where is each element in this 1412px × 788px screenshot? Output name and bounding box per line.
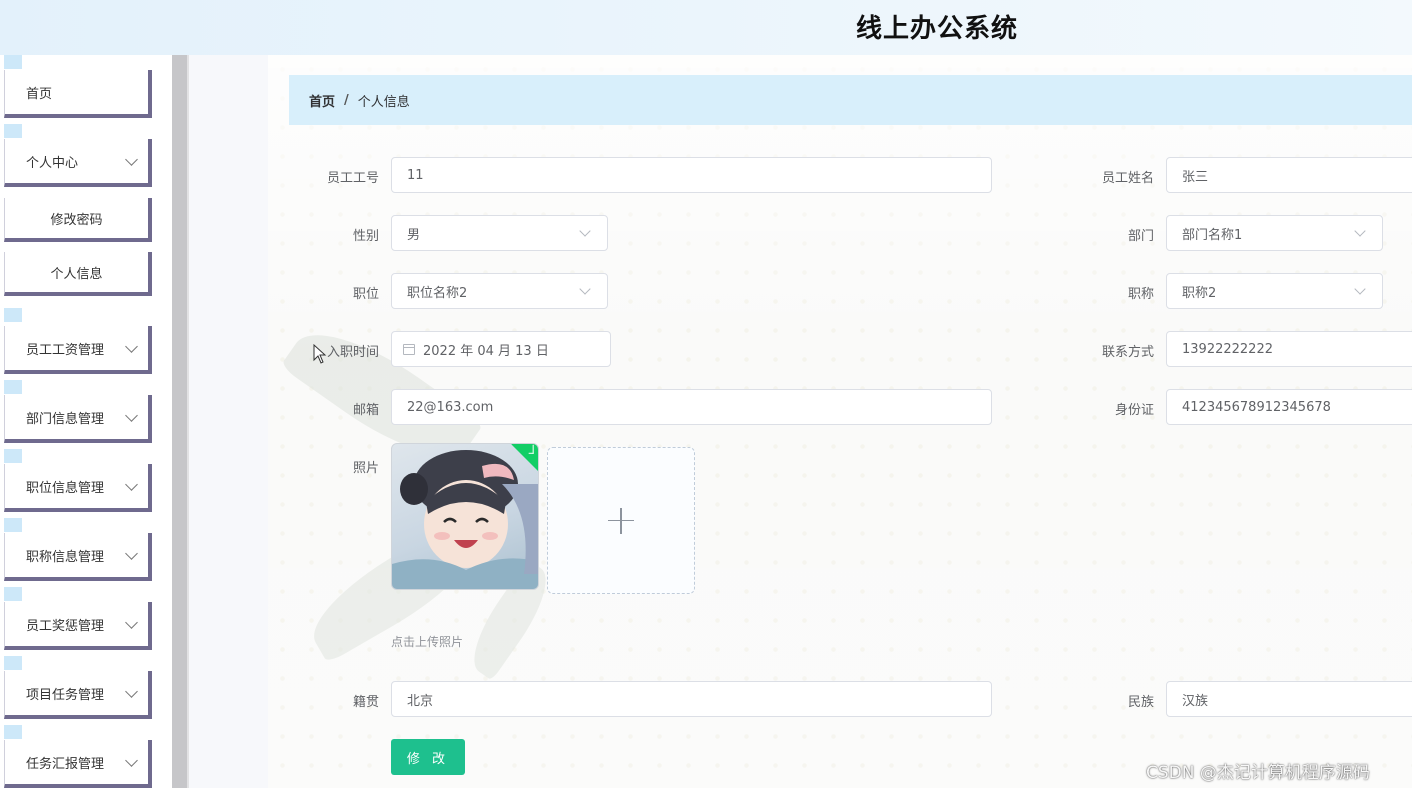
department-value: 部门名称1 (1182, 227, 1243, 243)
employee-name-input[interactable]: 张三 (1166, 157, 1412, 193)
chevron-down-icon (125, 753, 138, 767)
title-value: 职称2 (1182, 285, 1217, 301)
sidebar-item-change-password[interactable]: 修改密码 (4, 198, 152, 242)
position-value: 职位名称2 (407, 285, 468, 301)
chevron-down-icon (579, 283, 591, 295)
sidebar-scrollbar[interactable] (172, 55, 187, 788)
sidebar-item-project-task-management[interactable]: 项目任务管理 (4, 671, 152, 719)
sidebar-item-reward-management[interactable]: 员工奖惩管理 (4, 602, 152, 650)
employee-name-value: 张三 (1182, 169, 1209, 185)
hire-date-value: 2022 年 04 月 13 日 (423, 343, 549, 359)
check-icon (528, 444, 534, 454)
sidebar-item-label: 任务汇报管理 (26, 756, 105, 772)
sidebar-item-salary-management[interactable]: 员工工资管理 (4, 326, 152, 374)
department-label: 部门 (1127, 229, 1154, 244)
sidebar-item-task-report-management[interactable]: 任务汇报管理 (4, 740, 152, 788)
position-label: 职位 (352, 287, 379, 302)
sidebar-item-label: 项目任务管理 (26, 687, 105, 703)
nav-notch (4, 587, 22, 601)
sidebar-item-label: 员工奖惩管理 (26, 618, 105, 634)
app-title: 线上办公系统 (856, 14, 1019, 44)
chevron-down-icon (1354, 225, 1366, 237)
ethnicity-input[interactable]: 汉族 (1166, 681, 1412, 717)
breadcrumb-home-link[interactable]: 首页 (309, 91, 335, 110)
id-card-input[interactable]: 412345678912345678 (1166, 389, 1412, 425)
chevron-down-icon (125, 546, 138, 560)
nav-notch (4, 380, 22, 394)
contact-label: 联系方式 (1101, 345, 1154, 360)
plus-icon (608, 507, 634, 534)
employee-name-label: 员工姓名 (1101, 171, 1154, 186)
breadcrumb-current: 个人信息 (357, 94, 410, 110)
chevron-down-icon (1354, 283, 1366, 295)
email-label: 邮箱 (352, 403, 379, 418)
contact-value: 13922222222 (1182, 341, 1273, 357)
nav-notch (4, 656, 22, 670)
uploaded-photo-thumbnail[interactable] (391, 443, 539, 590)
nav-notch (4, 725, 22, 739)
native-place-label: 籍贯 (352, 695, 379, 710)
photo-upload-tip: 点击上传照片 (391, 635, 464, 649)
sidebar-item-label: 职称信息管理 (26, 549, 105, 565)
nav-notch (4, 55, 22, 69)
nav-notch (4, 308, 22, 322)
sidebar-item-label: 部门信息管理 (26, 411, 105, 427)
title-label: 职称 (1127, 287, 1154, 302)
sidebar-item-position-management[interactable]: 职位信息管理 (4, 464, 152, 512)
hire-date-picker[interactable]: 2022 年 04 月 13 日 (391, 331, 611, 367)
hire-date-label: 入职时间 (326, 345, 379, 360)
gender-value: 男 (407, 227, 421, 243)
photo-upload-button[interactable] (547, 447, 695, 594)
breadcrumb-separator: / (344, 92, 349, 108)
email-value: 22@163.com (407, 399, 494, 415)
ethnicity-value: 汉族 (1182, 693, 1209, 709)
gender-select[interactable]: 男 (391, 215, 608, 251)
update-button[interactable]: 修 改 (391, 739, 465, 775)
id-card-label: 身份证 (1114, 403, 1154, 418)
chevron-down-icon (125, 477, 138, 491)
sidebar-item-title-management[interactable]: 职称信息管理 (4, 533, 152, 581)
chevron-down-icon (125, 684, 138, 698)
nav-notch (4, 124, 22, 138)
sidebar-item-personal-center[interactable]: 个人中心 (4, 139, 152, 187)
sidebar-item-label: 个人信息 (50, 266, 103, 282)
sidebar-item-label: 个人中心 (26, 155, 79, 171)
native-place-value: 北京 (407, 693, 434, 709)
chevron-down-icon (125, 339, 138, 353)
contact-input[interactable]: 13922222222 (1166, 331, 1412, 367)
nav-notch (4, 518, 22, 532)
position-select[interactable]: 职位名称2 (391, 273, 608, 309)
employee-no-value: 11 (407, 167, 424, 183)
breadcrumb: 首页 / 个人信息 (289, 75, 1412, 125)
watermark: CSDN @杰记计算机程序源码 (1146, 763, 1370, 783)
sidebar-item-label: 首页 (26, 86, 53, 102)
ethnicity-label: 民族 (1127, 695, 1154, 710)
employee-no-input[interactable]: 11 (391, 157, 992, 193)
sidebar-item-home[interactable]: 首页 (4, 70, 152, 118)
photo-label: 照片 (352, 461, 379, 476)
sidebar-item-personal-info[interactable]: 个人信息 (4, 252, 152, 296)
gender-label: 性别 (352, 229, 379, 244)
chevron-down-icon (125, 408, 138, 422)
avatar-illustration (392, 450, 538, 589)
id-card-value: 412345678912345678 (1182, 399, 1331, 415)
sidebar-item-label: 职位信息管理 (26, 480, 105, 496)
title-select[interactable]: 职称2 (1166, 273, 1383, 309)
top-header: 线上办公系统 (0, 0, 1412, 55)
chevron-down-icon (579, 225, 591, 237)
chevron-down-icon (125, 615, 138, 629)
email-input[interactable]: 22@163.com (391, 389, 992, 425)
calendar-icon (403, 343, 415, 355)
sidebar-divider (187, 55, 189, 788)
chevron-down-icon (125, 152, 138, 166)
department-select[interactable]: 部门名称1 (1166, 215, 1383, 251)
employee-no-label: 员工工号 (326, 171, 379, 186)
sidebar-item-department-management[interactable]: 部门信息管理 (4, 395, 152, 443)
sidebar-item-label: 修改密码 (50, 212, 103, 228)
sidebar-item-label: 员工工资管理 (26, 342, 105, 358)
mouse-cursor-icon (313, 344, 327, 364)
native-place-input[interactable]: 北京 (391, 681, 992, 717)
nav-notch (4, 449, 22, 463)
